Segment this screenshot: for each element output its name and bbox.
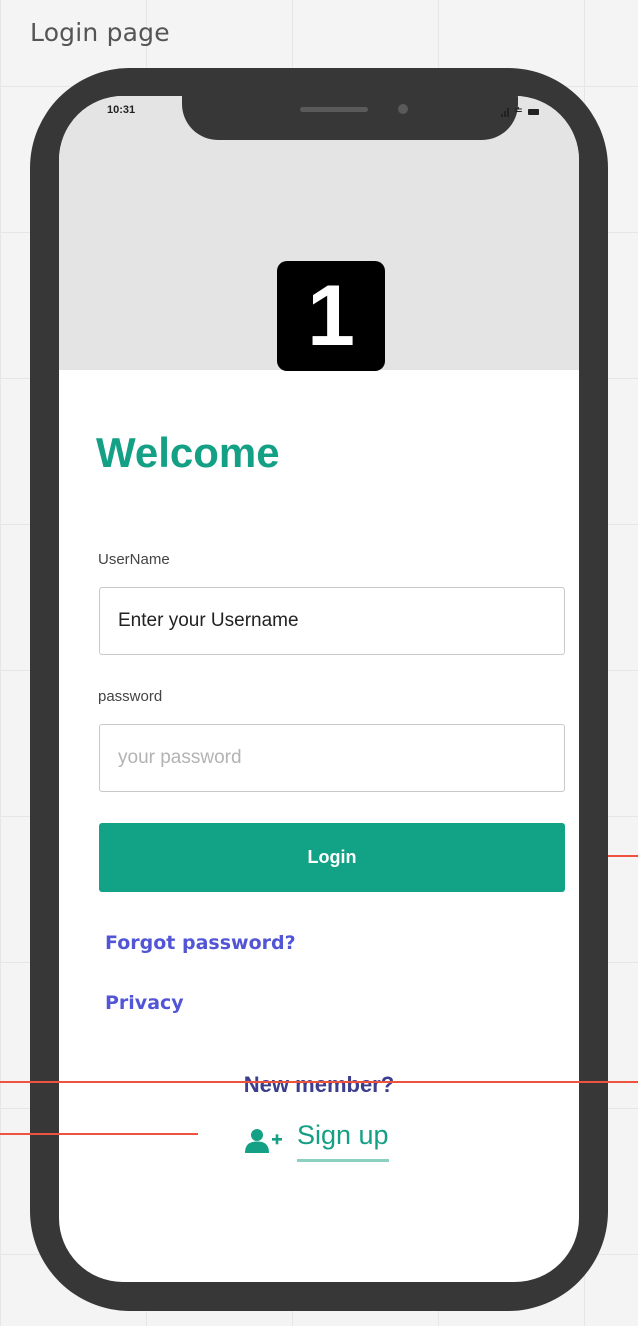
connector-line-signup <box>0 1133 198 1135</box>
user-plus-icon <box>245 1129 282 1153</box>
username-label: UserName <box>98 551 170 568</box>
phone-frame: 10:31 ≐ 1 Welcome UserName password Logi… <box>30 68 608 1311</box>
new-member-prompt: New member? <box>243 1072 395 1097</box>
speaker-grille <box>300 107 368 112</box>
login-button[interactable]: Login <box>99 823 565 892</box>
sign-up-label: Sign up <box>297 1120 389 1162</box>
phone-screen: 10:31 ≐ 1 Welcome UserName password Logi… <box>59 96 579 1282</box>
password-label: password <box>98 688 163 705</box>
wifi-icon: ≐ <box>513 105 523 117</box>
status-icons: ≐ <box>500 105 539 117</box>
connector-line-new-member <box>0 1081 638 1083</box>
username-input[interactable] <box>99 587 565 655</box>
canvas-title: Login page <box>30 18 170 47</box>
battery-icon <box>528 109 539 115</box>
signal-icon <box>500 107 509 117</box>
sign-up-link[interactable]: Sign up <box>245 1120 389 1162</box>
privacy-link[interactable]: Privacy <box>105 992 184 1014</box>
forgot-password-link[interactable]: Forgot password? <box>105 932 296 954</box>
app-logo: 1 <box>277 261 385 371</box>
welcome-heading: Welcome <box>96 429 280 476</box>
phone-notch <box>182 96 518 140</box>
front-camera <box>398 104 408 114</box>
status-time: 10:31 <box>107 104 136 116</box>
password-input[interactable] <box>99 724 565 792</box>
